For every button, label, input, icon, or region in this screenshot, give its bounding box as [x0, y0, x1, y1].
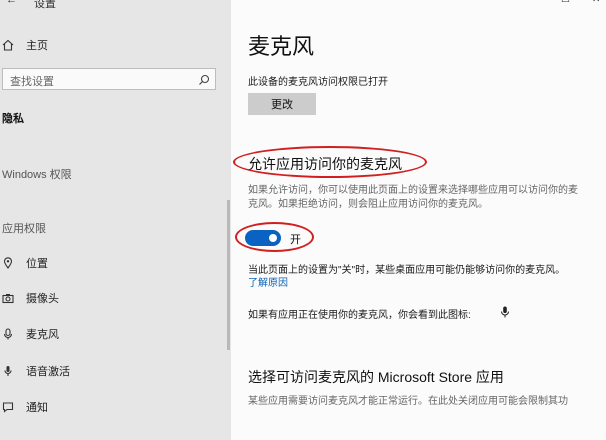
maximize-icon[interactable]: ☐: [561, 0, 570, 5]
sidebar-item-notifications[interactable]: 通知: [0, 396, 225, 418]
home-icon: [2, 39, 14, 51]
store-apps-description: 某些应用需要访问麦克风才能正常运行。在此处关闭应用可能会限制其功: [248, 396, 568, 407]
page-title: 麦克风: [248, 34, 315, 59]
sidebar-item-label: 语音激活: [26, 366, 70, 378]
sidebar-item-label: 麦克风: [26, 329, 59, 341]
section-title-privacy: 隐私: [2, 113, 24, 125]
sidebar: 设置 ← 主页 查找设置 隐私 Windows 权限 应用权限 位置 摄像头 麦…: [0, 0, 231, 440]
desktop-apps-note: 当此页面上的设置为"关"时，某些桌面应用可能仍能够访问你的麦克风。: [248, 265, 566, 276]
sidebar-item-label: 通知: [26, 402, 48, 414]
store-apps-heading: 选择可访问麦克风的 Microsoft Store 应用: [248, 369, 504, 385]
minimize-icon[interactable]: —: [524, 0, 534, 5]
device-access-status: 此设备的麦克风访问权限已打开: [248, 77, 388, 88]
allow-apps-description-line2: 克风。如果拒绝访问，则会阻止应用访问你的麦克风。: [248, 199, 488, 210]
sidebar-item-camera[interactable]: 摄像头: [0, 287, 225, 309]
sidebar-item-voice-activation[interactable]: 语音激活: [0, 360, 225, 382]
notification-icon: [2, 401, 14, 413]
close-icon[interactable]: ✕: [592, 0, 600, 5]
sidebar-item-location[interactable]: 位置: [0, 252, 225, 274]
sidebar-item-label: 主页: [26, 40, 48, 52]
search-input[interactable]: 查找设置: [2, 68, 216, 90]
learn-why-link[interactable]: 了解原因: [248, 274, 288, 289]
window-title: 设置: [34, 0, 56, 10]
voice-activation-icon: [2, 365, 14, 377]
category-app-permissions: 应用权限: [2, 223, 46, 235]
annotation-circle-toggle: [235, 222, 314, 252]
search-placeholder: 查找设置: [10, 76, 54, 88]
annotation-circle-heading: [233, 146, 427, 178]
category-windows-permissions: Windows 权限: [2, 169, 72, 181]
location-icon: [2, 257, 14, 269]
back-arrow-icon[interactable]: ←: [6, 0, 17, 6]
sidebar-item-microphone[interactable]: 麦克风: [0, 323, 225, 345]
sidebar-scrollbar[interactable]: [227, 200, 230, 350]
sidebar-item-label: 摄像头: [26, 293, 59, 305]
camera-icon: [2, 292, 14, 304]
in-use-note: 如果有应用正在使用你的麦克风，你会看到此图标:: [248, 310, 471, 321]
microphone-in-use-icon: [500, 305, 510, 323]
microphone-icon: [2, 328, 14, 340]
search-icon[interactable]: [198, 73, 210, 91]
sidebar-item-home[interactable]: 主页: [0, 34, 225, 56]
sidebar-item-label: 位置: [26, 258, 48, 270]
allow-apps-description-line1: 如果允许访问，你可以使用此页面上的设置来选择哪些应用可以访问你的麦: [248, 185, 578, 196]
change-button[interactable]: 更改: [248, 93, 316, 115]
